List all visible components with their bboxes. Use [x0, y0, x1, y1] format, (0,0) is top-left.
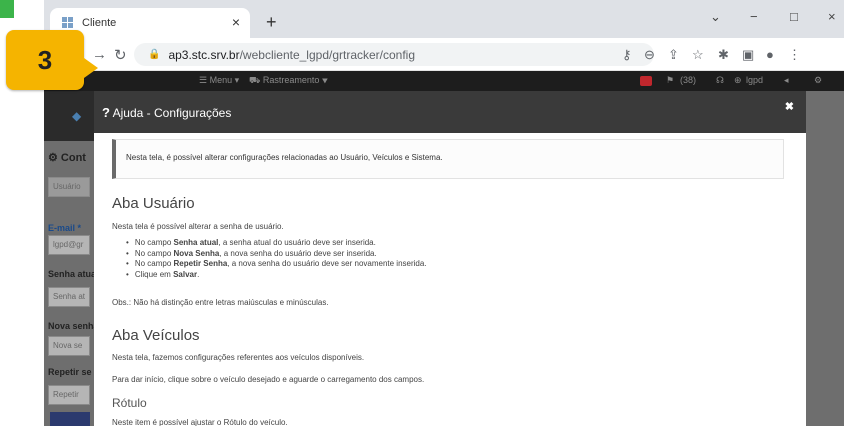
- veiculos-heading: Aba Veículos: [112, 327, 200, 344]
- backdrop-right: [806, 91, 844, 426]
- url-path: /webcliente_lgpd/grtracker/config: [239, 47, 416, 62]
- modal-header: ? Ajuda - Configurações ✖: [94, 91, 806, 133]
- lock-icon: 🔒: [148, 49, 161, 60]
- user-icon[interactable]: ⊕: [734, 75, 742, 86]
- close-window-button[interactable]: ×: [828, 9, 836, 24]
- intro-callout: Nesta tela, é possível alterar configura…: [112, 139, 784, 179]
- backdrop-senha-atual-label: Senha atual: [48, 269, 99, 279]
- browser-tab-strip: Cliente × + ⌄ − □ ×: [44, 0, 844, 38]
- tab-close-icon[interactable]: ×: [232, 14, 240, 30]
- list-item: No campo Nova Senha, a nova senha do usu…: [126, 249, 427, 260]
- flag-icon[interactable]: ⚑: [666, 75, 674, 86]
- headset-icon[interactable]: ☊: [716, 75, 724, 86]
- browser-menu-icon[interactable]: ⋮: [788, 47, 801, 63]
- favicon-icon: [62, 17, 74, 29]
- backdrop-nova-senha-field: Nova se: [48, 336, 90, 356]
- rastreamento-dropdown[interactable]: ⛟ Rastreamento ▾: [249, 75, 328, 87]
- user-name[interactable]: lgpd: [746, 75, 763, 85]
- usuario-description: Nesta tela é possível alterar a senha de…: [112, 222, 284, 231]
- backdrop-form: ◆ ⚙ Cont Usuário E-mail * lgpd@gr Senha …: [44, 91, 99, 426]
- backdrop-email-label: E-mail *: [48, 223, 82, 233]
- key-icon[interactable]: ⚷: [622, 47, 632, 63]
- modal-close-icon[interactable]: ✖: [785, 100, 794, 113]
- backdrop-nova-senha-label: Nova senha: [48, 321, 99, 331]
- usuario-note: Obs.: Não há distinção entre letras maiú…: [112, 298, 329, 307]
- backdrop-repetir-label: Repetir se: [48, 367, 92, 377]
- new-tab-button[interactable]: +: [266, 12, 277, 33]
- settings-gear-icon[interactable]: ⚙: [814, 75, 822, 86]
- usuario-heading: Aba Usuário: [112, 195, 195, 212]
- alert-badge[interactable]: [640, 76, 652, 86]
- address-bar[interactable]: 🔒 ap3.stc.srv.br/webcliente_lgpd/grtrack…: [134, 43, 654, 66]
- bookmark-star-icon[interactable]: ☆: [692, 47, 704, 63]
- rotulo-text: Neste item é possível ajustar o Rótulo d…: [112, 418, 288, 426]
- menu-dropdown[interactable]: ☰ Menu ▾: [199, 75, 239, 86]
- zoom-icon[interactable]: ⊖: [644, 47, 655, 63]
- backdrop-save-button: [50, 412, 90, 426]
- backdrop-section-title: ⚙ Cont: [48, 152, 86, 164]
- share-icon[interactable]: ⇪: [668, 47, 679, 63]
- backdrop-email-field: lgpd@gr: [48, 235, 90, 255]
- minimize-button[interactable]: −: [750, 9, 758, 24]
- green-corner-decoration: [0, 0, 14, 18]
- app-navbar: ☰ Menu ▾ ⛟ Rastreamento ▾ ⚑ (38) ☊ ⊕ lgp…: [44, 71, 844, 91]
- screenshot: Cliente × + ⌄ − □ × → ↻ 🔒 ap3.stc.srv.br…: [0, 0, 844, 426]
- backdrop-tab-usuario: Usuário: [48, 177, 90, 197]
- veiculos-instruction: Para dar início, clique sobre o veículo …: [112, 375, 425, 384]
- rotulo-subheading: Rótulo: [112, 396, 147, 410]
- browser-toolbar: → ↻ 🔒 ap3.stc.srv.br/webcliente_lgpd/grt…: [44, 38, 844, 71]
- sidepanel-icon[interactable]: ▣: [742, 47, 754, 63]
- app-logo-icon: ◆: [72, 109, 82, 123]
- volume-icon[interactable]: ◂: [784, 75, 789, 86]
- notification-count[interactable]: (38): [680, 75, 696, 85]
- backdrop-repetir-field: Repetir: [48, 385, 90, 405]
- url-host: ap3.stc.srv.br: [168, 47, 240, 62]
- step-badge-pointer: [84, 58, 98, 78]
- modal-title: ? Ajuda - Configurações: [102, 105, 232, 120]
- backdrop-header: ◆: [44, 91, 94, 141]
- backdrop-senha-atual-field: Senha at: [48, 287, 90, 307]
- tab-search-icon[interactable]: ⌄: [710, 9, 721, 25]
- veiculos-description: Nesta tela, fazemos configurações refere…: [112, 353, 365, 362]
- extensions-icon[interactable]: ✱: [718, 47, 729, 63]
- help-question-icon: ?: [102, 105, 110, 120]
- list-item: Clique em Salvar.: [126, 270, 427, 281]
- tab-title: Cliente: [82, 17, 117, 29]
- maximize-button[interactable]: □: [790, 9, 798, 24]
- list-item: No campo Repetir Senha, a nova senha do …: [126, 259, 427, 270]
- step-badge: 3: [6, 30, 84, 90]
- intro-text: Nesta tela, é possível alterar configura…: [126, 153, 443, 162]
- reload-icon[interactable]: ↻: [114, 46, 127, 64]
- profile-icon[interactable]: ●: [766, 47, 774, 62]
- help-modal: ? Ajuda - Configurações ✖ Nesta tela, é …: [94, 91, 806, 426]
- list-item: No campo Senha atual, a senha atual do u…: [126, 238, 427, 249]
- usuario-steps-list: No campo Senha atual, a senha atual do u…: [126, 238, 427, 280]
